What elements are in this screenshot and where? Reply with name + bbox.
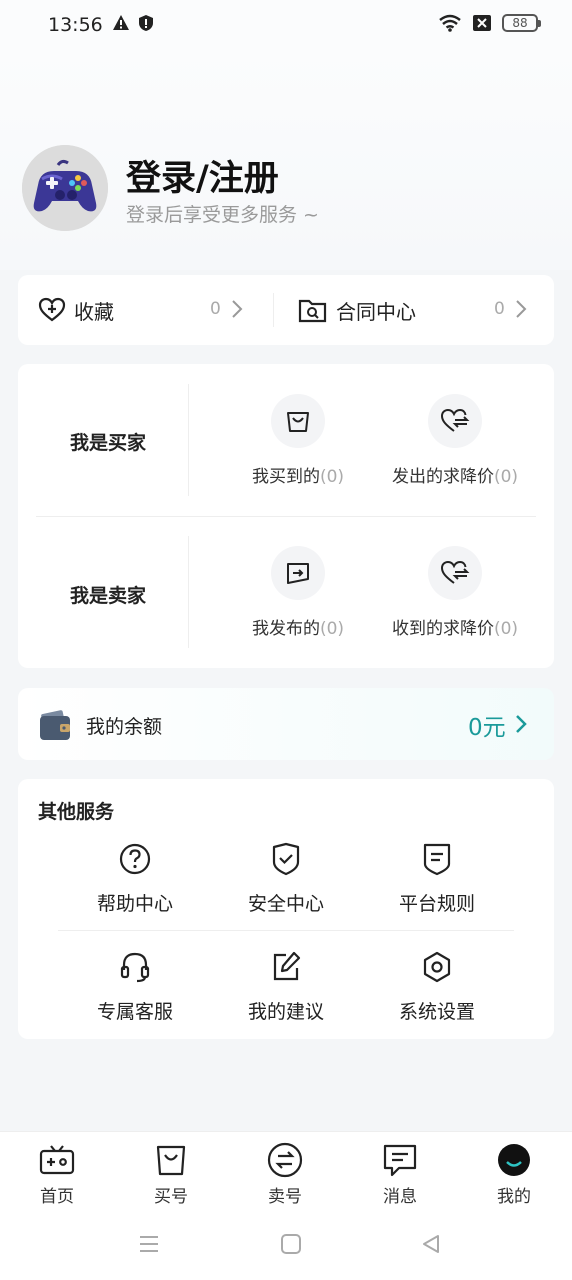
received-price-requests-label: 收到的求降价 (391, 619, 494, 639)
sent-price-requests-count: (0) (493, 467, 519, 487)
wifi-icon (439, 14, 461, 32)
profile-face-icon (498, 1144, 530, 1176)
chevron-right-icon (516, 715, 527, 733)
sent-price-requests-label: 发出的求降价 (391, 467, 494, 487)
login-subtitle: 登录后享受更多服务 ~ (126, 204, 319, 226)
gamepad-avatar-icon (22, 145, 108, 231)
favorites-card: 收藏 0 合同中心 0 (18, 275, 554, 345)
exchange-circle-icon (267, 1142, 303, 1178)
tab-sell[interactable]: 卖号 (245, 1140, 325, 1207)
divider (36, 516, 536, 517)
login-register-title[interactable]: 登录/注册 (126, 150, 279, 201)
tab-messages-label: 消息 (383, 1187, 417, 1207)
contract-center-label: 合同中心 (336, 299, 416, 324)
tab-buy[interactable]: 买号 (131, 1140, 211, 1207)
shopping-bag-icon (156, 1145, 186, 1176)
system-settings-label: 系统设置 (398, 1001, 475, 1023)
publish-icon (287, 563, 309, 584)
suggestions-label: 我的建议 (247, 1001, 324, 1023)
favorites-count: 0 (210, 299, 221, 319)
shield-alert-icon (139, 15, 153, 31)
tab-messages[interactable]: 消息 (360, 1140, 440, 1207)
back-button-icon[interactable] (420, 1233, 442, 1255)
tab-buy-label: 买号 (154, 1187, 188, 1207)
tab-home-label: 首页 (40, 1187, 74, 1207)
wallet-icon (40, 710, 70, 740)
published-items-count: (0) (319, 619, 345, 639)
chevron-right-icon (232, 300, 243, 318)
published-items-label: 我发布的 (251, 619, 320, 639)
received-price-requests-count: (0) (493, 619, 519, 639)
bottom-tab-bar: 首页 买号 卖号 消息 我的 (0, 1131, 572, 1211)
shopping-bag-icon (287, 412, 309, 432)
security-center-label: 安全中心 (247, 893, 324, 915)
buyer-role-label: 我是买家 (70, 432, 147, 454)
folder-search-icon (298, 299, 327, 323)
heart-exchange-icon (440, 408, 470, 432)
divider (273, 293, 274, 327)
balance-card[interactable]: 我的余额 0元 (18, 688, 554, 760)
message-icon (383, 1144, 417, 1177)
sent-price-requests-entry[interactable]: 发出的求降价(0) (380, 394, 530, 487)
platform-rules-label: 平台规则 (398, 893, 475, 915)
warning-icon (113, 15, 129, 30)
bought-items-label: 我买到的 (251, 467, 320, 487)
chevron-right-icon (516, 300, 527, 318)
home-button-icon[interactable] (280, 1233, 302, 1255)
status-bar: 13:56 88 (0, 0, 572, 50)
customer-service-entry[interactable]: 专属客服 (60, 949, 210, 1024)
avatar[interactable] (22, 145, 108, 231)
contract-center-count: 0 (494, 299, 505, 319)
divider (188, 384, 189, 496)
headset-icon (120, 952, 150, 983)
bought-items-count: (0) (319, 467, 345, 487)
rules-icon (423, 843, 451, 876)
suggestions-entry[interactable]: 我的建议 (211, 949, 361, 1024)
heart-plus-icon (38, 297, 66, 322)
trade-card: 我是买家 我买到的(0) 发出的求降价(0) 我是卖家 我发布的(0) 收到的求… (18, 364, 554, 668)
balance-label: 我的余额 (86, 716, 163, 738)
edit-icon (273, 951, 301, 981)
other-services-card: 其他服务 帮助中心 安全中心 平台规则 专属客服 我的建议 系统设置 (18, 779, 554, 1039)
favorites-label: 收藏 (74, 299, 114, 324)
heart-exchange-icon (440, 560, 470, 584)
tab-profile-label: 我的 (497, 1187, 531, 1207)
battery-indicator: 88 (502, 14, 541, 32)
customer-service-label: 专属客服 (96, 1001, 173, 1023)
security-center-entry[interactable]: 安全中心 (211, 841, 361, 916)
divider (188, 536, 189, 648)
balance-value: 0元 (468, 715, 506, 741)
bought-items-entry[interactable]: 我买到的(0) (223, 394, 373, 487)
settings-icon (423, 951, 451, 983)
seller-role-label: 我是卖家 (70, 585, 147, 607)
help-center-label: 帮助中心 (96, 893, 173, 915)
received-price-requests-entry[interactable]: 收到的求降价(0) (380, 546, 530, 639)
divider (58, 930, 514, 931)
status-time: 13:56 (48, 14, 103, 36)
shield-check-icon (272, 842, 300, 876)
game-console-icon (39, 1145, 75, 1175)
services-title: 其他服务 (38, 801, 115, 823)
published-items-entry[interactable]: 我发布的(0) (223, 546, 373, 639)
system-navigation-bar (0, 1211, 572, 1280)
help-center-entry[interactable]: 帮助中心 (60, 841, 210, 916)
menu-icon[interactable] (138, 1233, 160, 1255)
system-settings-entry[interactable]: 系统设置 (362, 949, 512, 1024)
tab-sell-label: 卖号 (268, 1187, 302, 1207)
help-circle-icon (119, 843, 151, 875)
no-sim-icon (473, 15, 491, 31)
tab-profile[interactable]: 我的 (474, 1140, 554, 1207)
tab-home[interactable]: 首页 (17, 1140, 97, 1207)
platform-rules-entry[interactable]: 平台规则 (362, 841, 512, 916)
